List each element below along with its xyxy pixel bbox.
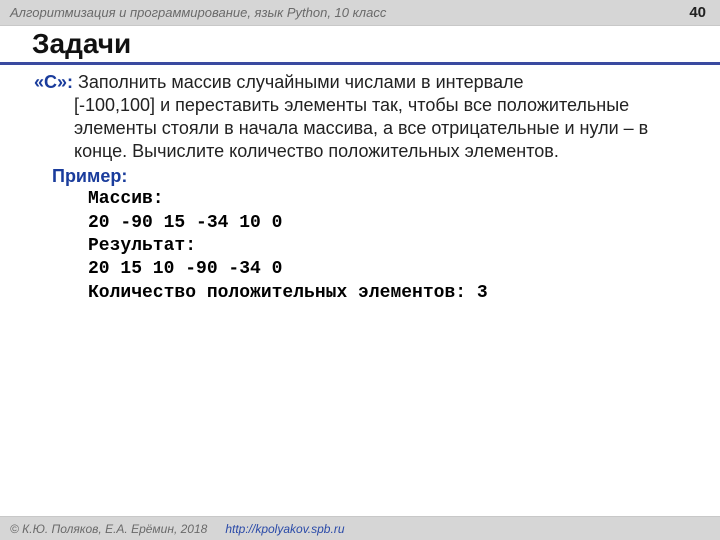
footer-authors: © К.Ю. Поляков, Е.А. Ерёмин, 2018 — [10, 522, 207, 536]
slide-title-bar: Задачи — [0, 26, 720, 65]
course-lang: Python — [287, 5, 327, 20]
course-grade: , 10 класс — [327, 5, 386, 20]
example-label: Пример: — [34, 165, 127, 188]
footer-link: http://kpolyakov.spb.ru — [225, 522, 344, 536]
example-line-2: 20 -90 15 -34 10 0 — [34, 212, 686, 235]
task-line-1: «С»: Заполнить массив случайными числами… — [34, 71, 686, 94]
example-line-5: Количество положительных элементов: 3 — [34, 282, 686, 305]
task-label: «С»: — [34, 72, 73, 92]
example-line-1: Массив: — [34, 188, 686, 211]
example-line-4: 20 15 10 -90 -34 0 — [34, 258, 686, 281]
example-line-3: Результат: — [34, 235, 686, 258]
example-label-row: Пример: — [34, 163, 686, 188]
page-number: 40 — [689, 4, 706, 21]
header-bar: Алгоритмизация и программирование, язык … — [0, 0, 720, 26]
content-area: «С»: Заполнить массив случайными числами… — [0, 65, 720, 305]
course-title: Алгоритмизация и программирование, язык … — [10, 5, 386, 20]
course-text: Алгоритмизация и программирование, язык — [10, 5, 287, 20]
task-text-rest: [-100,100] и переставить элементы так, ч… — [34, 94, 686, 163]
footer-bar: © К.Ю. Поляков, Е.А. Ерёмин, 2018 http:/… — [0, 516, 720, 540]
slide-title: Задачи — [32, 28, 720, 60]
task-text-1: Заполнить массив случайными числами в ин… — [73, 72, 524, 92]
